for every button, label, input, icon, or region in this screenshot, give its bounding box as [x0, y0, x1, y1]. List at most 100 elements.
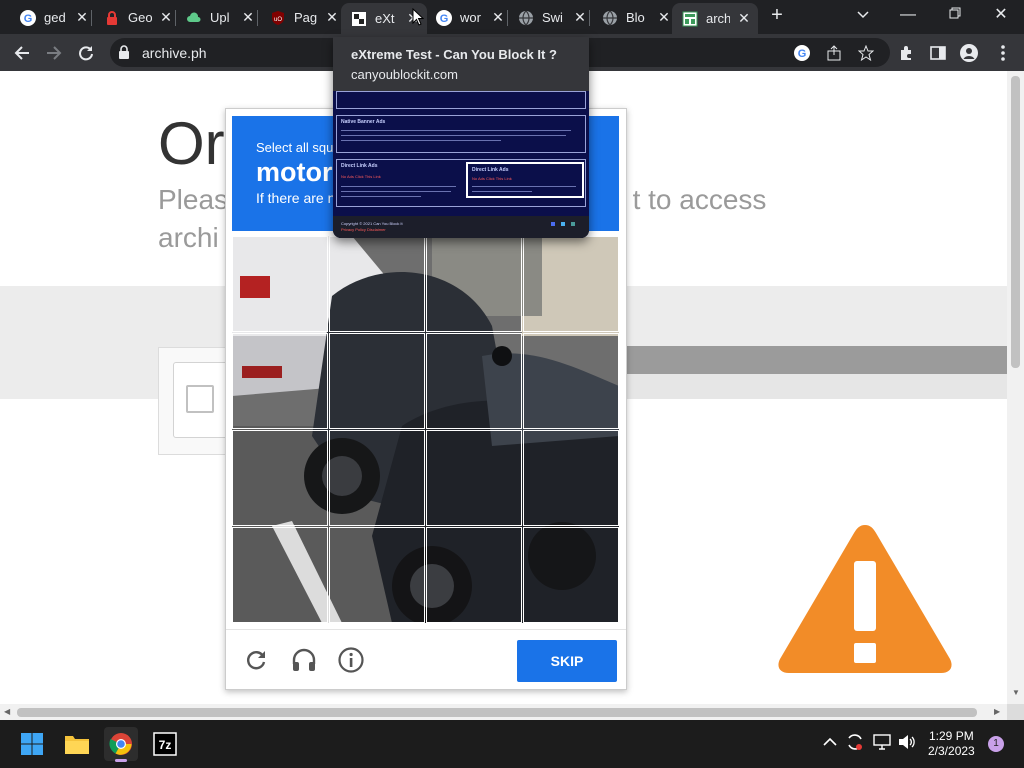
share-icon	[571, 222, 575, 226]
grid-tile[interactable]	[426, 236, 522, 332]
scroll-down-icon[interactable]: ▼	[1012, 688, 1020, 697]
thumb-section-title: Direct Link Ads	[341, 163, 378, 169]
close-icon[interactable]: ✕	[490, 9, 506, 26]
menu-icon[interactable]	[992, 42, 1014, 64]
file-explorer-icon[interactable]	[60, 727, 94, 761]
thumb-text-line	[341, 196, 421, 197]
headphones-icon[interactable]	[290, 646, 318, 674]
hover-card-title: eXtreme Test - Can You Block It ?	[351, 47, 557, 62]
tab-ged[interactable]: G ged ✕	[10, 4, 90, 31]
tab-search-button[interactable]	[849, 4, 877, 26]
reload-button[interactable]	[75, 42, 97, 64]
close-icon[interactable]: ✕	[324, 9, 340, 26]
tab-title: wor	[460, 10, 481, 25]
info-icon[interactable]	[337, 646, 365, 674]
tab-geo[interactable]: Geo ✕	[94, 4, 174, 31]
challenge-image-grid	[232, 236, 619, 623]
scroll-left-icon[interactable]: ◀	[4, 707, 10, 716]
volume-icon[interactable]	[897, 732, 917, 752]
grid-tile[interactable]	[523, 333, 619, 429]
close-icon[interactable]: ✕	[656, 9, 672, 26]
new-tab-button[interactable]: +	[766, 5, 788, 27]
url-text[interactable]: archive.ph	[142, 45, 207, 61]
notification-badge[interactable]: 1	[988, 736, 1004, 752]
thumb-text-line	[472, 186, 576, 187]
vertical-scroll-thumb[interactable]	[1011, 76, 1020, 368]
windows-start-icon[interactable]	[15, 727, 49, 761]
grid-tile[interactable]	[523, 527, 619, 623]
tab-divider	[91, 10, 92, 26]
network-icon[interactable]	[872, 732, 892, 752]
facebook-icon	[551, 222, 555, 226]
grid-tile[interactable]	[426, 430, 522, 526]
grid-tile[interactable]	[426, 333, 522, 429]
sync-icon[interactable]	[845, 732, 865, 752]
grid-tile[interactable]	[426, 527, 522, 623]
svg-text:7z: 7z	[159, 738, 172, 752]
google-icon[interactable]: G	[791, 42, 813, 64]
extensions-icon[interactable]	[895, 42, 917, 64]
chrome-icon[interactable]	[104, 727, 138, 762]
cloud-icon	[186, 10, 202, 26]
thumb-text-line	[472, 191, 532, 192]
thumb-text-line	[341, 191, 451, 192]
tab-title: Blo	[626, 10, 645, 25]
tab-wor[interactable]: G wor ✕	[426, 4, 506, 31]
lock-icon[interactable]	[118, 45, 130, 64]
page-divider	[560, 374, 1007, 399]
thumb-section-title: Direct Link Ads	[472, 167, 509, 173]
chevron-up-icon[interactable]	[820, 732, 840, 752]
twitter-icon	[561, 222, 565, 226]
grid-tile[interactable]	[329, 527, 425, 623]
minimize-button[interactable]: —	[894, 4, 922, 26]
close-icon[interactable]: ✕	[158, 9, 174, 26]
thumb-text-line	[341, 186, 456, 187]
reload-icon[interactable]	[242, 646, 270, 674]
grid-tile[interactable]	[232, 430, 328, 526]
tab-archive[interactable]: arch ✕	[672, 3, 758, 34]
skip-button[interactable]: SKIP	[517, 640, 617, 682]
close-icon[interactable]: ✕	[736, 10, 752, 27]
thumb-text-line	[341, 130, 571, 131]
grid-tile[interactable]	[523, 236, 619, 332]
globe-icon	[602, 10, 618, 26]
tab-upl[interactable]: Upl ✕	[176, 4, 256, 31]
close-icon[interactable]: ✕	[74, 9, 90, 26]
tab-blo[interactable]: Blo ✕	[592, 4, 672, 31]
bookmark-star-icon[interactable]	[855, 42, 877, 64]
close-window-button[interactable]: ✕	[987, 4, 1015, 26]
tab-title: arch	[706, 11, 730, 26]
grid-tile[interactable]	[329, 333, 425, 429]
back-button[interactable]	[11, 42, 33, 64]
grid-tile[interactable]	[329, 430, 425, 526]
scroll-right-icon[interactable]: ▶	[994, 707, 1000, 716]
captcha-checkbox[interactable]	[186, 385, 214, 413]
side-panel-icon[interactable]	[927, 42, 949, 64]
grid-tile[interactable]	[232, 527, 328, 623]
google-icon: G	[436, 9, 452, 26]
grid-tile[interactable]	[232, 236, 328, 332]
grid-tile[interactable]	[232, 333, 328, 429]
vertical-scrollbar[interactable]: ▼	[1007, 71, 1024, 704]
profile-icon[interactable]	[958, 42, 980, 64]
google-icon: G	[20, 9, 36, 26]
mouse-cursor-icon	[412, 7, 425, 31]
restore-button[interactable]	[941, 4, 969, 26]
scrollbar-corner	[1007, 704, 1024, 720]
clock-date: 2/3/2023	[928, 744, 975, 758]
tab-title: ged	[44, 10, 66, 25]
thumb-footer-link: Privacy Policy Disclaimer	[341, 227, 386, 232]
7zip-icon[interactable]: 7z	[148, 727, 182, 761]
share-icon[interactable]	[823, 42, 845, 64]
horizontal-scrollbar[interactable]: ◀ ▶	[0, 704, 1007, 720]
tab-swi[interactable]: Swi ✕	[508, 4, 588, 31]
tab-title: Upl	[210, 10, 230, 25]
tab-pag[interactable]: uO Pag ✕	[260, 4, 340, 31]
forward-button[interactable]	[43, 42, 65, 64]
close-icon[interactable]: ✕	[572, 9, 588, 26]
horizontal-scroll-thumb[interactable]	[17, 708, 977, 717]
system-clock[interactable]: 1:29 PM 2/3/2023	[928, 729, 975, 759]
grid-tile[interactable]	[523, 430, 619, 526]
close-icon[interactable]: ✕	[240, 9, 256, 26]
grid-tile[interactable]	[329, 236, 425, 332]
